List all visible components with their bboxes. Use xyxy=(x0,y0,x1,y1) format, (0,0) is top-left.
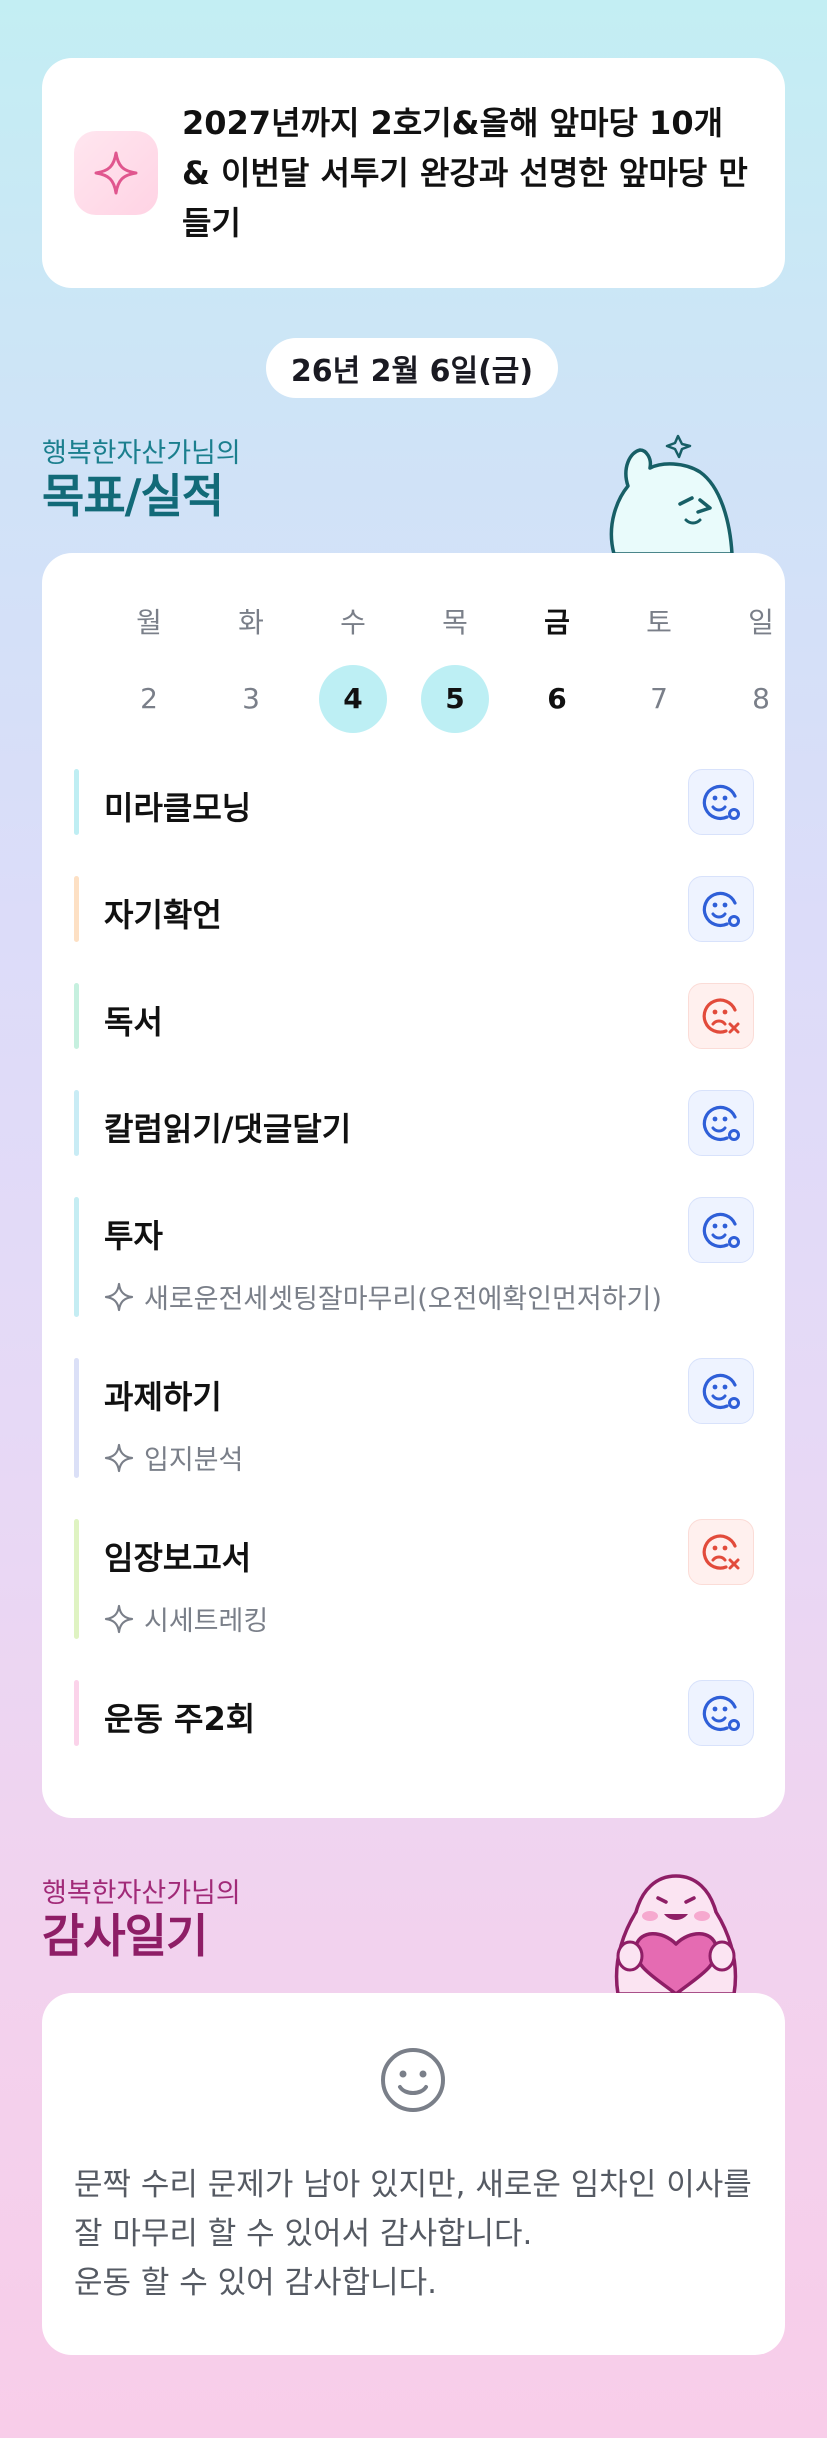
goal-subtask: 입지분석 xyxy=(104,1438,243,1477)
goal-title: 운동 주2회 xyxy=(104,1700,256,1738)
day-number: 4 xyxy=(319,665,387,733)
goal-row[interactable]: 칼럼읽기/댓글달기 xyxy=(74,1090,754,1156)
goals-section-title: 목표/실적 xyxy=(42,469,224,523)
smile-icon xyxy=(381,2048,445,2112)
sparkle-icon xyxy=(74,131,158,215)
day-number: 5 xyxy=(421,665,489,733)
day-number: 3 xyxy=(242,682,260,715)
week-calendar: 월 2 화 3 수 4 목 5 금 6 토 7 일 8 xyxy=(42,553,785,753)
goal-banner-text: 2027년까지 2호기&올해 앞마당 10개 & 이번달 서투기 완강과 선명한… xyxy=(182,104,748,242)
goal-row[interactable]: 독서 xyxy=(74,983,754,1049)
day-name: 토 xyxy=(646,606,672,639)
sparkle-outline-icon xyxy=(104,1443,134,1472)
day-number: 8 xyxy=(752,682,770,715)
goal-subtask-text: 새로운전세셋팅잘마무리(오전에확인먼저하기) xyxy=(144,1284,662,1315)
goal-title: 임장보고서 xyxy=(104,1539,252,1577)
goal-subtask-text: 시세트레킹 xyxy=(144,1606,269,1637)
day-column[interactable]: 목 5 xyxy=(421,553,489,733)
day-column[interactable]: 토 7 xyxy=(625,553,693,733)
goal-color-bar xyxy=(74,1680,79,1746)
goal-subtask-text: 입지분석 xyxy=(144,1445,244,1476)
gratitude-journal-card[interactable]: 문짝 수리 문제가 남아 있지만, 새로운 임차인 이사를 잘 마무리 할 수 … xyxy=(42,1993,785,2355)
goal-row[interactable]: 과제하기 입지분석 xyxy=(74,1358,754,1478)
goals-section-heading: 행복한자산가님의 목표/실적 xyxy=(42,438,241,522)
day-name: 목 xyxy=(442,606,468,639)
goal-color-bar xyxy=(74,1358,79,1478)
status-missed-icon[interactable] xyxy=(688,983,754,1049)
goal-color-bar xyxy=(74,1197,79,1317)
day-number: 2 xyxy=(140,682,158,715)
goal-title: 자기확언 xyxy=(104,896,222,934)
goal-subtask: 시세트레킹 xyxy=(104,1599,268,1638)
goal-color-bar xyxy=(74,769,79,835)
mascot-waving-illustration xyxy=(609,434,734,554)
status-achieved-icon[interactable] xyxy=(688,769,754,835)
goal-row[interactable]: 자기확언 xyxy=(74,876,754,942)
day-column[interactable]: 금 6 xyxy=(523,553,591,733)
thanks-section-title: 감사일기 xyxy=(42,1909,208,1963)
gratitude-text: 문짝 수리 문제가 남아 있지만, 새로운 임차인 이사를 잘 마무리 할 수 … xyxy=(74,2167,752,2301)
thanks-section-heading: 행복한자산가님의 감사일기 xyxy=(42,1878,241,1962)
date-label[interactable]: 26년 2월 6일(금) xyxy=(266,338,558,398)
status-achieved-icon[interactable] xyxy=(688,1680,754,1746)
goal-row[interactable]: 미라클모닝 xyxy=(74,769,754,835)
goals-card: 월 2 화 3 수 4 목 5 금 6 토 7 일 8 미라클모닝 자기확언 독… xyxy=(42,553,785,1818)
goals-section-subtitle: 행복한자산가님의 xyxy=(42,438,241,469)
status-achieved-icon[interactable] xyxy=(688,1358,754,1424)
thanks-section-subtitle: 행복한자산가님의 xyxy=(42,1878,241,1909)
day-number: 6 xyxy=(547,682,567,715)
goal-banner-card: 2027년까지 2호기&올해 앞마당 10개 & 이번달 서투기 완강과 선명한… xyxy=(42,58,785,288)
day-number: 7 xyxy=(650,682,668,715)
day-name: 월 xyxy=(136,606,162,639)
status-achieved-icon[interactable] xyxy=(688,1090,754,1156)
mascot-heart-illustration xyxy=(614,1874,738,1994)
sparkle-outline-icon xyxy=(104,1604,134,1633)
day-name: 일 xyxy=(748,606,774,639)
day-column[interactable]: 월 2 xyxy=(115,553,183,733)
goal-row[interactable]: 투자 새로운전세셋팅잘마무리(오전에확인먼저하기) xyxy=(74,1197,754,1317)
goal-color-bar xyxy=(74,983,79,1049)
goal-row[interactable]: 운동 주2회 xyxy=(74,1680,754,1746)
goal-title: 칼럼읽기/댓글달기 xyxy=(104,1110,352,1148)
sparkle-outline-icon xyxy=(104,1282,134,1311)
goal-color-bar xyxy=(74,1090,79,1156)
goal-title: 투자 xyxy=(104,1217,163,1255)
day-column[interactable]: 수 4 xyxy=(319,553,387,733)
goal-title: 미라클모닝 xyxy=(104,789,252,827)
day-name: 수 xyxy=(340,606,366,639)
goal-title: 과제하기 xyxy=(104,1378,222,1416)
day-name: 화 xyxy=(238,606,264,639)
goal-title: 독서 xyxy=(104,1003,163,1041)
goal-color-bar xyxy=(74,876,79,942)
goal-subtask: 새로운전세셋팅잘마무리(오전에확인먼저하기) xyxy=(104,1277,662,1316)
goal-row[interactable]: 임장보고서 시세트레킹 xyxy=(74,1519,754,1639)
day-name: 금 xyxy=(544,606,570,639)
day-column[interactable]: 일 8 xyxy=(727,553,795,733)
status-missed-icon[interactable] xyxy=(688,1519,754,1585)
day-column[interactable]: 화 3 xyxy=(217,553,285,733)
status-achieved-icon[interactable] xyxy=(688,1197,754,1263)
status-achieved-icon[interactable] xyxy=(688,876,754,942)
goal-color-bar xyxy=(74,1519,79,1639)
